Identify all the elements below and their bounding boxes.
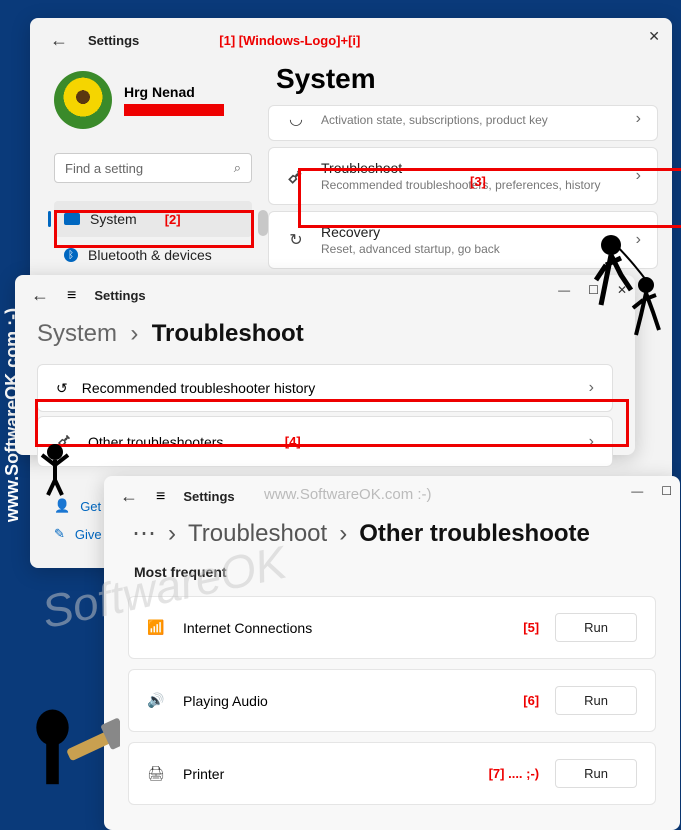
annotation-7: [7] .... ;-) bbox=[489, 766, 540, 781]
redacted-bar bbox=[124, 104, 224, 116]
speaker-icon: 🔊 bbox=[147, 692, 167, 709]
climber-decoration bbox=[591, 230, 671, 350]
watermark-inline: www.SoftwareOK.com :-) bbox=[264, 486, 432, 503]
breadcrumb-parent[interactable]: System bbox=[37, 320, 117, 347]
activation-icon: ◡ bbox=[285, 108, 307, 130]
breadcrumb-overflow[interactable]: ⋯ bbox=[132, 519, 156, 548]
troubleshooter-audio: 🔊 Playing Audio [6] Run bbox=[128, 669, 656, 732]
breadcrumb: ⋯ › Troubleshoot › Other troubleshoote bbox=[104, 517, 680, 558]
profile-name: Hrg Nenad bbox=[124, 84, 224, 100]
avatar bbox=[54, 71, 112, 129]
settings-window-troubleshoot: — ☐ ✕ ← ≡ Settings System › Troubleshoot… bbox=[15, 275, 635, 455]
settings-window-other-troubleshooters: — ☐ ← ≡ Settings www.SoftwareOK.com :-) … bbox=[104, 476, 680, 830]
search-input[interactable]: Find a setting ⌕ bbox=[54, 153, 252, 183]
window-title: Settings bbox=[88, 33, 139, 48]
troubleshooter-printer: 🖨 Printer [7] .... ;-) Run bbox=[128, 742, 656, 805]
card-subtitle: Reset, advanced startup, go back bbox=[321, 242, 622, 256]
window-title: Settings bbox=[183, 489, 234, 504]
menu-icon[interactable]: ≡ bbox=[67, 287, 76, 305]
close-icon[interactable]: ✕ bbox=[648, 28, 660, 45]
search-icon: ⌕ bbox=[234, 160, 241, 176]
recovery-icon: ↻ bbox=[285, 229, 307, 251]
back-icon[interactable]: ← bbox=[120, 486, 138, 507]
troubleshooter-label: Internet Connections bbox=[183, 620, 507, 636]
run-button[interactable]: Run bbox=[555, 613, 637, 642]
row-label: Recommended troubleshooter history bbox=[82, 380, 575, 396]
annotation-5: [5] bbox=[523, 620, 539, 635]
wifi-icon: 📶 bbox=[147, 619, 167, 636]
card-activation[interactable]: ◡ Activation state, subscriptions, produ… bbox=[268, 105, 658, 141]
chevron-right-icon: › bbox=[589, 379, 594, 397]
troubleshooter-internet: 📶 Internet Connections [5] Run bbox=[128, 596, 656, 659]
breadcrumb-current: Other troubleshoote bbox=[359, 520, 590, 548]
printer-icon: 🖨 bbox=[147, 765, 167, 782]
bluetooth-icon: ᛒ bbox=[64, 248, 78, 262]
annotation-box-2 bbox=[54, 210, 254, 248]
menu-icon[interactable]: ≡ bbox=[156, 488, 165, 506]
annotation-1: [1] [Windows-Logo]+[i] bbox=[219, 33, 360, 48]
search-placeholder: Find a setting bbox=[65, 161, 143, 176]
history-icon: ↺ bbox=[56, 380, 68, 397]
card-subtitle: Activation state, subscriptions, product… bbox=[321, 113, 622, 127]
annotation-box-4 bbox=[35, 399, 629, 447]
annotation-6: [6] bbox=[523, 693, 539, 708]
scrollbar[interactable] bbox=[258, 210, 268, 236]
annotation-box-3 bbox=[298, 168, 681, 228]
chevron-right-icon: › bbox=[636, 110, 641, 128]
back-icon[interactable]: ← bbox=[31, 285, 49, 306]
feedback-icon: ✎ bbox=[54, 526, 65, 542]
hanging-decoration bbox=[30, 440, 80, 500]
run-button[interactable]: Run bbox=[555, 686, 637, 715]
window-title: Settings bbox=[94, 288, 145, 303]
troubleshooter-label: Printer bbox=[183, 766, 473, 782]
profile[interactable]: Hrg Nenad bbox=[54, 71, 252, 129]
minimize-icon[interactable]: — bbox=[558, 283, 570, 297]
sidebar-item-label: Bluetooth & devices bbox=[88, 247, 212, 263]
sidebar: Hrg Nenad Find a setting ⌕ System [2] ᛒ … bbox=[30, 63, 268, 281]
back-icon[interactable]: ← bbox=[50, 30, 68, 51]
troubleshooter-label: Playing Audio bbox=[183, 693, 507, 709]
page-title: System bbox=[268, 63, 672, 95]
section-header: Most frequent bbox=[104, 558, 680, 586]
hammer-decoration bbox=[30, 700, 120, 800]
run-button[interactable]: Run bbox=[555, 759, 637, 788]
help-icon: 👤 bbox=[54, 498, 70, 514]
breadcrumb-parent[interactable]: Troubleshoot bbox=[188, 520, 327, 548]
breadcrumb-current: Troubleshoot bbox=[152, 320, 304, 347]
breadcrumb: System › Troubleshoot bbox=[15, 316, 635, 360]
